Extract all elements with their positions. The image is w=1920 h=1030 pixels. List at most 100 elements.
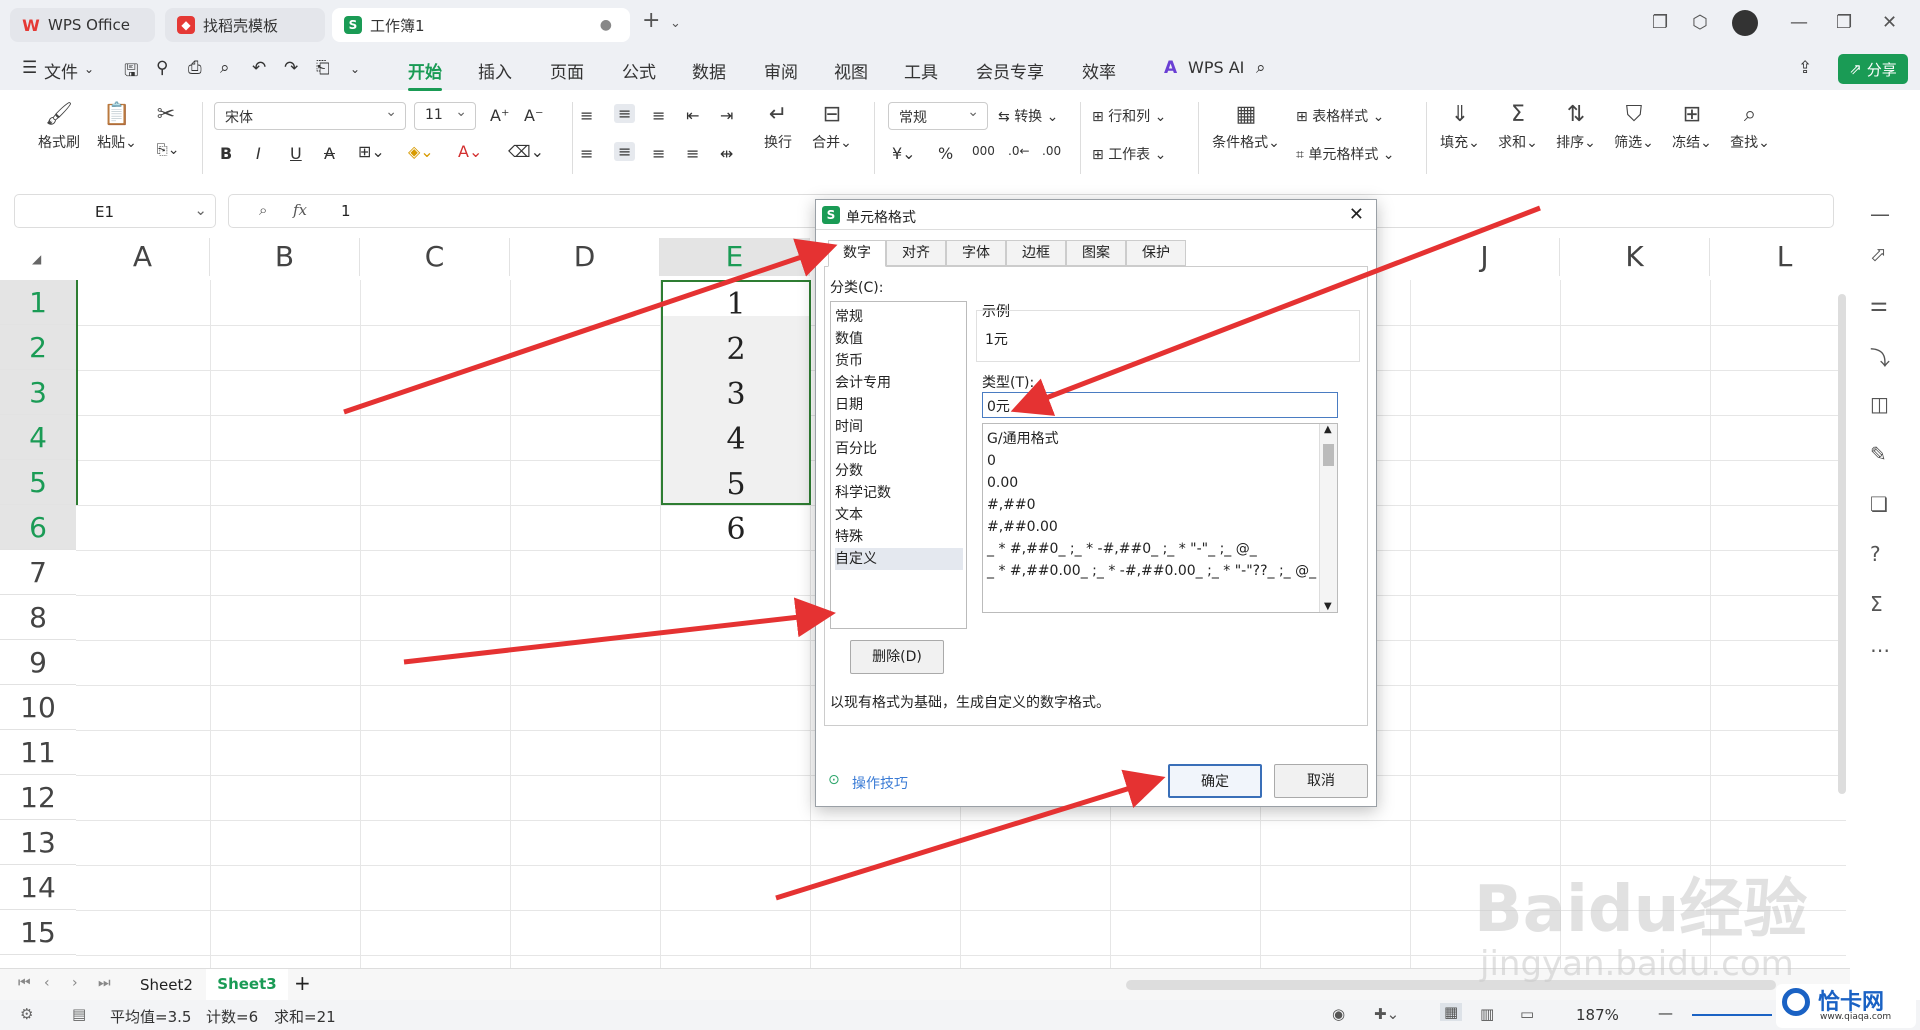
align-right-icon[interactable]: ≡ [652,144,665,163]
wrap-text-button[interactable]: ↵ 换行 [758,102,798,152]
chevron-down-icon[interactable]: ⌄ [670,16,681,31]
number-format-select[interactable]: 常规 [888,102,988,130]
italic-icon[interactable]: I [256,144,261,163]
paste-button[interactable]: 📋 粘贴⌄ [92,102,142,152]
tab-wps-office[interactable]: W WPS Office [10,8,155,42]
row-header[interactable]: 8 [0,595,76,640]
page-layout-icon[interactable]: ▥ [1480,1005,1494,1023]
category-item[interactable]: 分数 [835,460,963,482]
menu-insert[interactable]: 插入 [478,58,512,83]
percent-icon[interactable]: % [938,144,953,163]
type-input[interactable]: 0元 [982,392,1338,418]
category-item[interactable]: 特殊 [835,526,963,548]
print-icon[interactable]: ⎙ [188,58,202,78]
list-scrollbar[interactable]: ▲ ▼ [1319,424,1337,612]
decrease-decimal-icon[interactable]: .00 [1042,144,1061,158]
scroll-thumb[interactable] [1323,444,1334,466]
formula-value[interactable]: 1 [341,202,351,220]
menu-view[interactable]: 视图 [834,58,868,83]
restore-icon[interactable]: ❐ [1836,12,1852,33]
category-item[interactable]: 科学记数 [835,482,963,504]
chevron-down-icon[interactable]: ⌄ [84,62,94,76]
prev-sheet-icon[interactable]: ‹ [44,975,50,991]
menu-review[interactable]: 审阅 [764,58,798,83]
row-header[interactable]: 5 [0,460,76,505]
cancel-button[interactable]: 取消 [1274,764,1368,798]
find-button[interactable]: ⌕ 查找⌄ [1726,102,1774,152]
vertical-scrollbar[interactable] [1838,294,1846,794]
indent-increase-icon[interactable]: ⇥ [720,106,733,125]
macro-icon[interactable]: ⚙ [20,1005,33,1023]
conditional-format-button[interactable]: ▦ 条件格式⌄ [1208,102,1284,152]
tab-number[interactable]: 数字 [828,240,886,267]
page-break-icon[interactable]: ▭ [1520,1005,1534,1023]
tab-workbook[interactable]: S 工作簿1 ● [332,8,630,42]
format-code-item[interactable]: 0 [987,450,996,472]
category-item[interactable]: 货币 [835,350,963,372]
align-bottom-icon[interactable]: ≡ [652,106,665,125]
scroll-up-icon[interactable]: ▲ [1324,424,1332,435]
cell-e5[interactable]: 5 [661,462,811,507]
minimize-icon[interactable]: — [1790,12,1808,33]
cell-e2[interactable]: 2 [661,327,811,372]
cube-icon[interactable]: ⬡ [1692,12,1708,33]
sum-button[interactable]: Σ 求和⌄ [1494,102,1542,152]
row-header[interactable]: 10 [0,685,76,730]
shrink-font-icon[interactable]: A⁻ [524,106,543,125]
row-header[interactable]: 14 [0,865,76,910]
cell-e6[interactable]: 6 [661,507,811,552]
category-item[interactable]: 时间 [835,416,963,438]
cell-e4[interactable]: 4 [661,417,811,462]
fill-color-icon[interactable]: ◈⌄ [408,142,434,161]
redo-icon[interactable]: ↷ [284,58,298,78]
hamburger-icon[interactable]: ☰ [22,58,37,78]
scroll-down-icon[interactable]: ▼ [1324,601,1332,612]
avatar[interactable] [1732,10,1758,36]
transfer-icon[interactable]: ⤵ [1870,342,1890,371]
formula-icon[interactable]: Σ [1870,592,1883,616]
delete-button[interactable]: 删除(D) [850,640,944,674]
dialog-close-icon[interactable]: ✕ [1349,204,1364,225]
sheet-tab-sheet2[interactable]: Sheet2 [140,976,193,994]
print-preview-icon[interactable]: ⌕ [220,58,230,78]
chevron-down-icon[interactable]: ⌄ [350,62,360,76]
first-sheet-icon[interactable]: ⏮ [18,975,31,991]
column-header-l[interactable]: L [1710,238,1850,276]
menu-formula[interactable]: 公式 [622,58,656,83]
fill-button[interactable]: ⇓ 填充⌄ [1436,102,1484,152]
close-icon[interactable]: ✕ [1882,12,1897,33]
underline-icon[interactable]: U [290,144,302,163]
worksheet-button[interactable]: ⊞ 工作表 ⌄ [1092,144,1166,164]
grow-font-icon[interactable]: A⁺ [490,106,509,125]
row-header[interactable]: 11 [0,730,76,775]
next-sheet-icon[interactable]: › [72,975,78,991]
ok-button[interactable]: 确定 [1168,764,1262,798]
more-icon[interactable]: ⋯ [1870,638,1890,662]
sort-button[interactable]: ⇅ 排序⌄ [1552,102,1600,152]
category-list[interactable]: 常规 数值 货币 会计专用 日期 时间 百分比 分数 科学记数 文本 特殊 自定义 [830,301,967,629]
format-painter-button[interactable]: 🖌 格式刷 [34,102,84,152]
align-top-icon[interactable]: ≡ [580,106,593,125]
format-code-item[interactable]: #,##0.00 [987,516,1058,538]
zoom-out-icon[interactable]: — [1658,1004,1673,1022]
normal-view-icon[interactable]: ▦ [1440,1003,1463,1021]
currency-icon[interactable]: ¥⌄ [892,144,916,163]
increase-decimal-icon[interactable]: .0← [1008,144,1030,158]
merge-button[interactable]: ⊟ 合并⌄ [806,102,858,152]
chevron-down-icon[interactable]: ⌄ [194,201,207,219]
cell-style-button[interactable]: ⌗ 单元格样式 ⌄ [1296,144,1395,164]
tab-template[interactable]: ◆ 找稻壳模板 [165,8,325,42]
strikethrough-icon[interactable]: A [324,144,335,163]
tips-link[interactable]: 操作技巧 [852,773,908,793]
menu-data[interactable]: 数据 [692,58,726,83]
column-header-a[interactable]: A [76,238,210,276]
row-header[interactable]: 7 [0,550,76,595]
thousands-icon[interactable]: 000 [972,144,995,158]
name-box[interactable]: E1 ⌄ [14,194,216,228]
collapse-icon[interactable]: — [1870,202,1890,226]
eye-protection-icon[interactable]: ◉ [1332,1005,1345,1023]
row-header[interactable]: 12 [0,775,76,820]
format-code-item[interactable]: _ * #,##0.00_ ;_ * -#,##0.00_ ;_ * "-"??… [987,560,1316,582]
cut-button[interactable]: ✂ [148,102,184,132]
format-code-item[interactable]: _ * #,##0_ ;_ * -#,##0_ ;_ * "-"_ ;_ @_ [987,538,1257,560]
